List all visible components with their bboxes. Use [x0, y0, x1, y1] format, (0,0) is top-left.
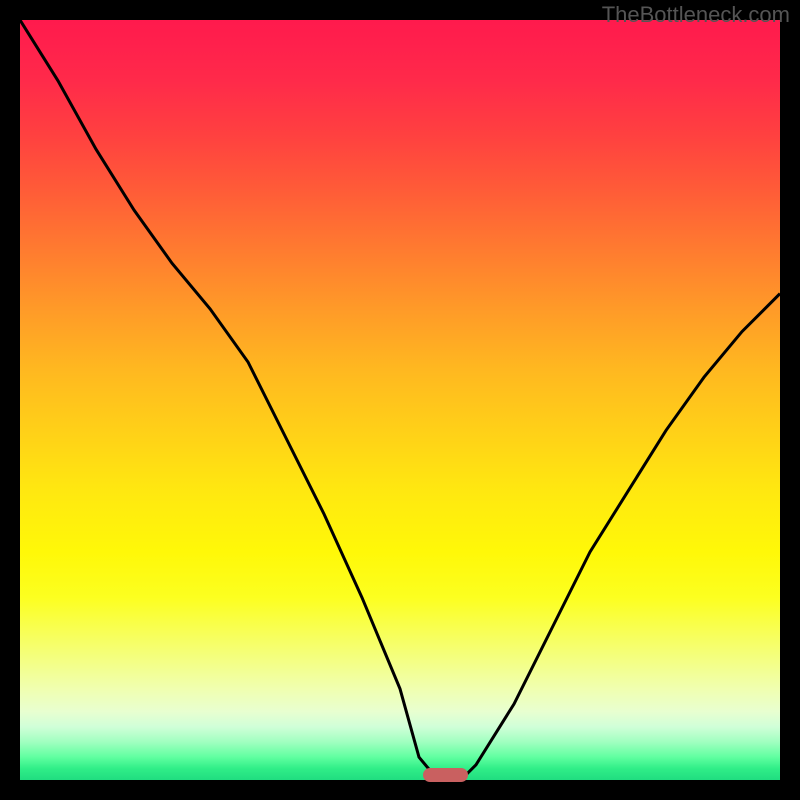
- watermark-text: TheBottleneck.com: [602, 2, 790, 28]
- optimal-marker: [423, 768, 469, 782]
- bottleneck-curve: [20, 20, 780, 780]
- chart-plot-area: [20, 20, 780, 780]
